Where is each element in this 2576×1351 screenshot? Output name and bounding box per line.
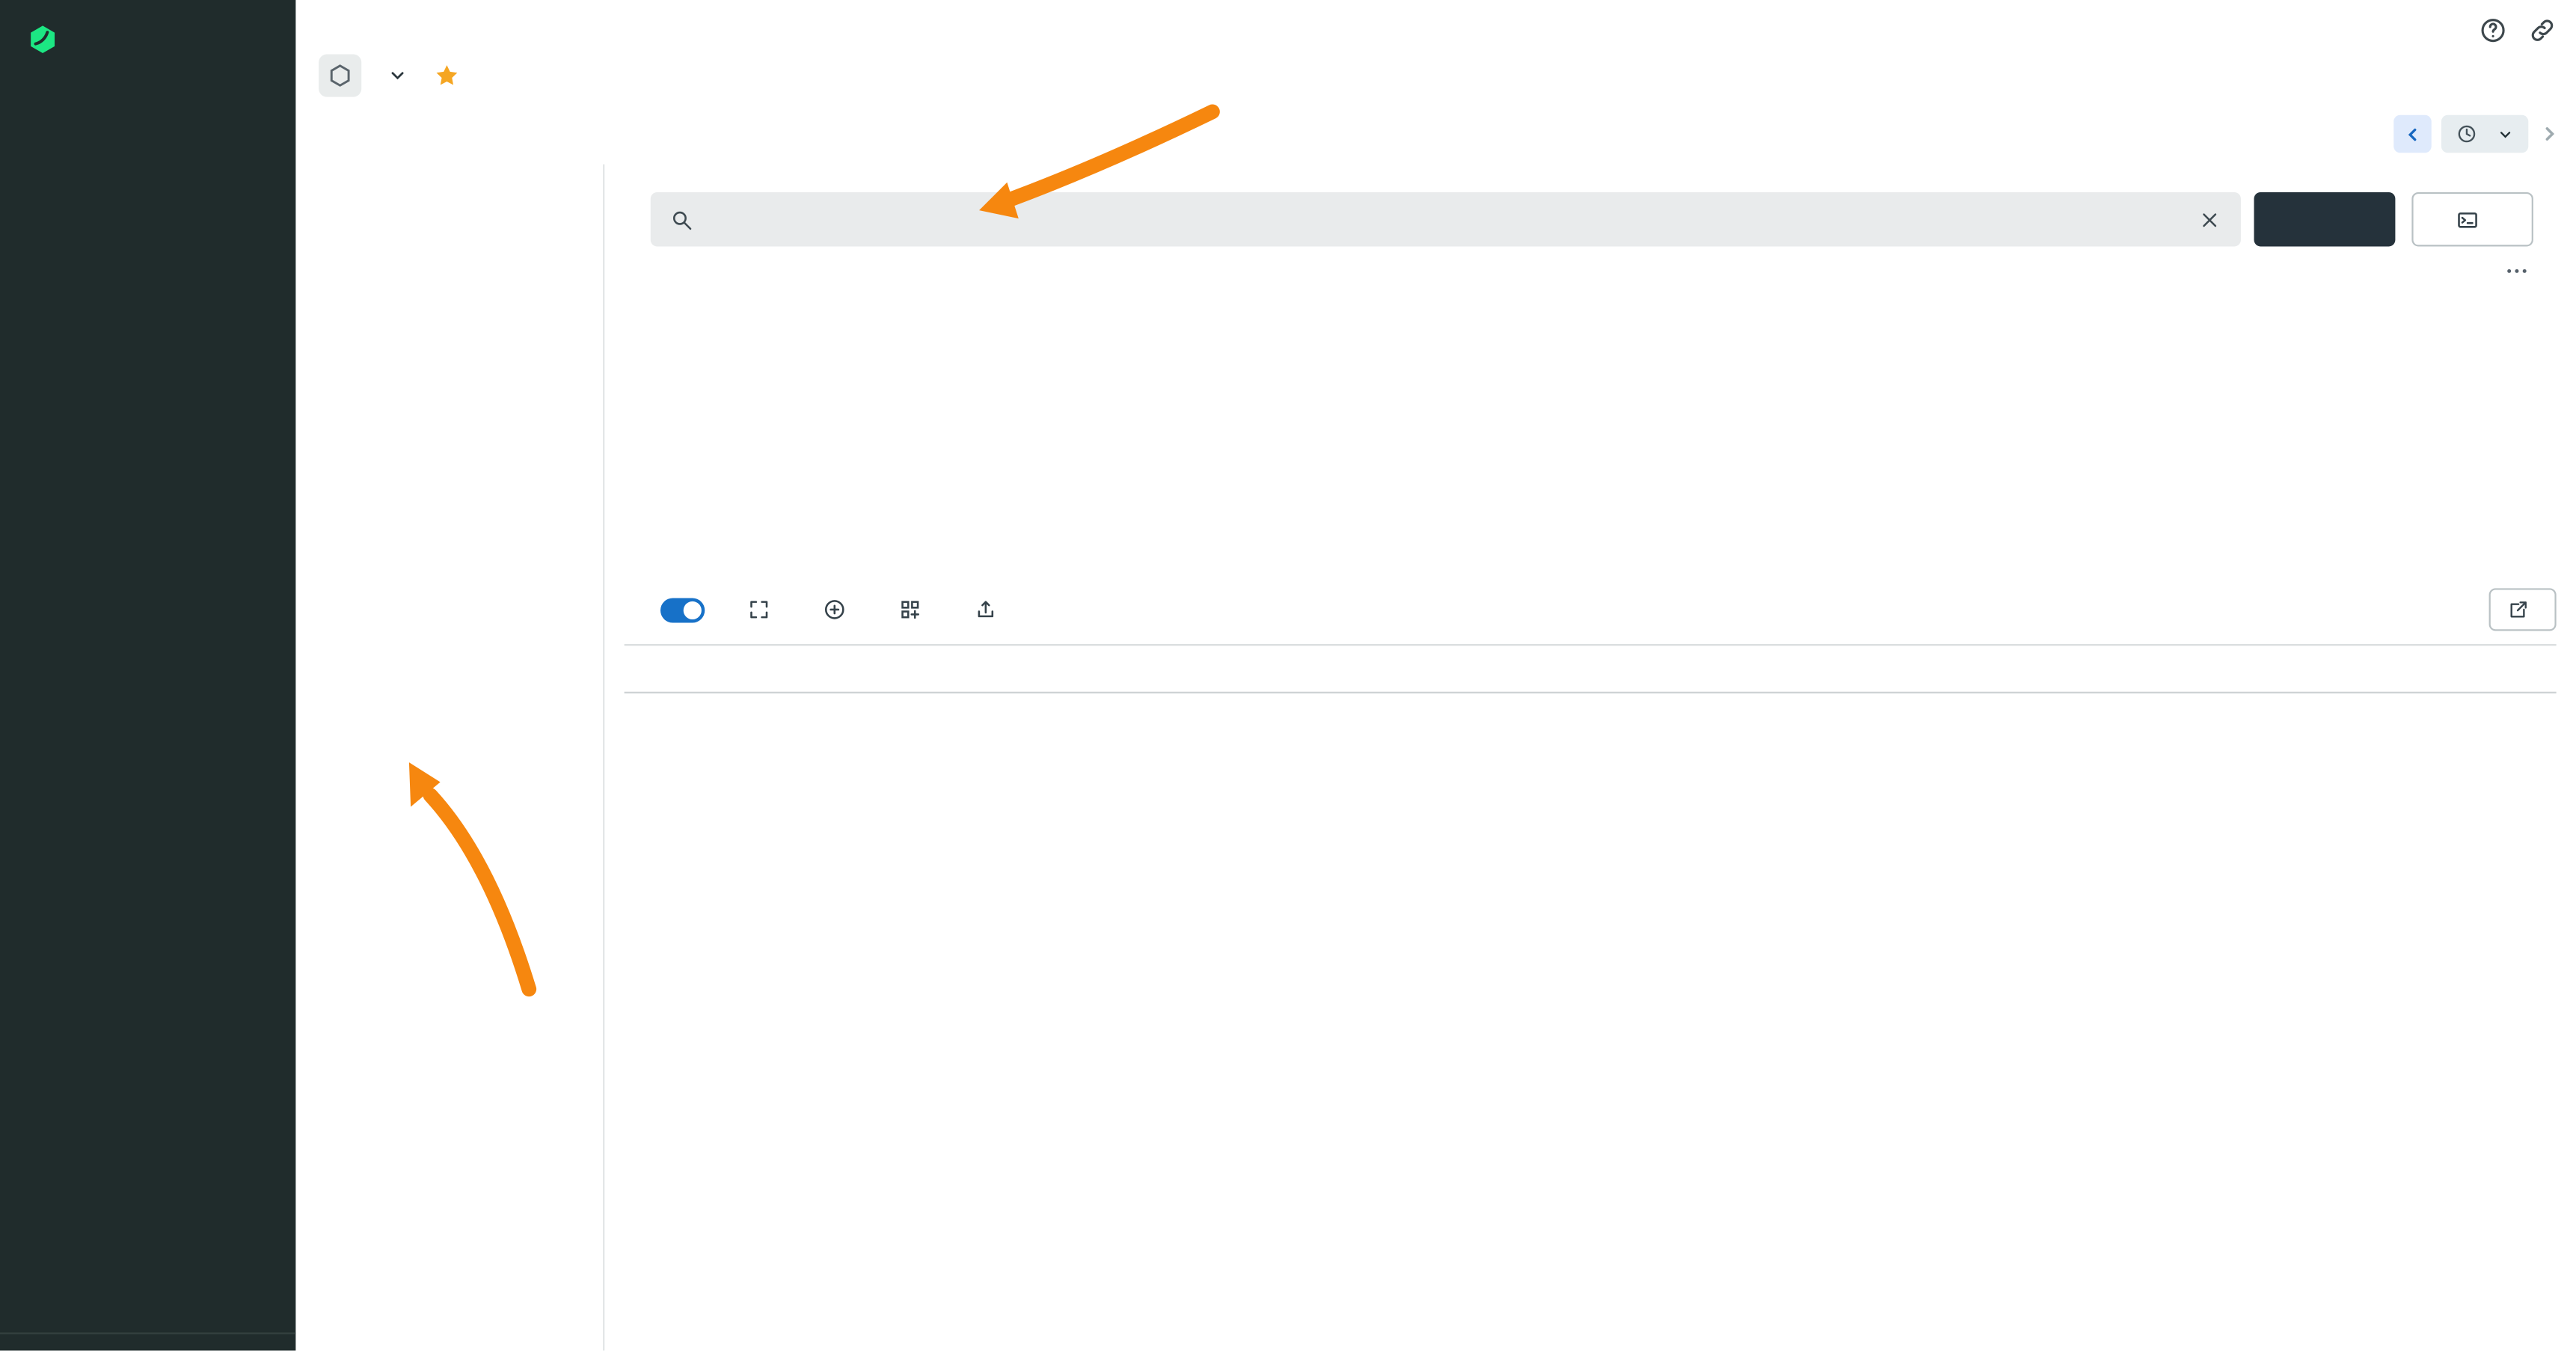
chevron-down-icon[interactable]: [387, 66, 407, 85]
time-forward-button[interactable]: [2538, 123, 2560, 145]
nrql-terminal-icon: [2456, 208, 2480, 231]
logs-table: [625, 644, 2557, 693]
expand-table-button[interactable]: [747, 598, 780, 622]
global-nav-footer: [0, 1332, 295, 1350]
logs-table-header: [625, 644, 2557, 693]
logs-query-bar[interactable]: [651, 192, 2241, 246]
help-circle-icon[interactable]: [2479, 16, 2506, 44]
permalink-icon[interactable]: [2528, 16, 2556, 44]
add-circle-icon: [823, 598, 846, 622]
time-picker: [2393, 115, 2560, 153]
favorite-star-icon[interactable]: [434, 62, 460, 88]
expand-icon: [747, 598, 770, 622]
global-nav: [0, 0, 295, 1350]
page-title[interactable]: [378, 54, 460, 96]
legend-all-logs[interactable]: [706, 522, 726, 533]
add-to-dashboard-icon: [898, 598, 921, 622]
time-range-button[interactable]: [2441, 115, 2528, 153]
legend-all-logs-dot: [706, 522, 717, 533]
logs-main-content: [604, 165, 2576, 1351]
add-to-dashboard-button[interactable]: [898, 598, 931, 622]
legend-errors[interactable]: [654, 522, 673, 533]
hexagon-icon: [327, 62, 353, 88]
entity-icon: [319, 54, 361, 96]
chevron-left-icon: [2402, 124, 2422, 144]
nrql-button[interactable]: [2411, 192, 2533, 246]
expand-logs-toggle[interactable]: [660, 597, 705, 622]
add-column-button[interactable]: [823, 598, 856, 622]
new-relic-logo-icon: [26, 23, 59, 56]
legend-errors-dot: [654, 522, 665, 533]
query-logs-button[interactable]: [2254, 192, 2396, 246]
logs-query-input[interactable]: [708, 206, 2183, 233]
open-external-icon: [2507, 599, 2529, 621]
export-button[interactable]: [974, 598, 1007, 622]
chevron-down-icon: [2497, 126, 2514, 142]
logs-timeseries-chart[interactable]: [625, 328, 2576, 501]
header-icons: [2479, 16, 2556, 44]
new-relic-logo[interactable]: [0, 0, 295, 73]
expand-logs-control: [651, 597, 705, 622]
logs-toolbar: [651, 588, 2557, 631]
time-back-button[interactable]: [2393, 115, 2432, 153]
app-window: [0, 0, 2576, 1350]
search-icon: [670, 208, 693, 231]
clear-search-icon[interactable]: [2198, 208, 2221, 231]
more-options-icon[interactable]: [2503, 258, 2530, 292]
export-icon: [974, 598, 997, 622]
chart-legend: [654, 522, 726, 533]
chevron-right-icon: [2538, 123, 2560, 145]
open-in-logs-button[interactable]: [2489, 588, 2557, 631]
entity-sub-nav: [295, 165, 604, 1351]
breadcrumb: [319, 13, 335, 37]
page-header: [295, 0, 2576, 165]
toggle-knob: [684, 601, 702, 619]
ellipsis-icon: [2503, 258, 2530, 284]
clock-icon: [2456, 123, 2478, 145]
